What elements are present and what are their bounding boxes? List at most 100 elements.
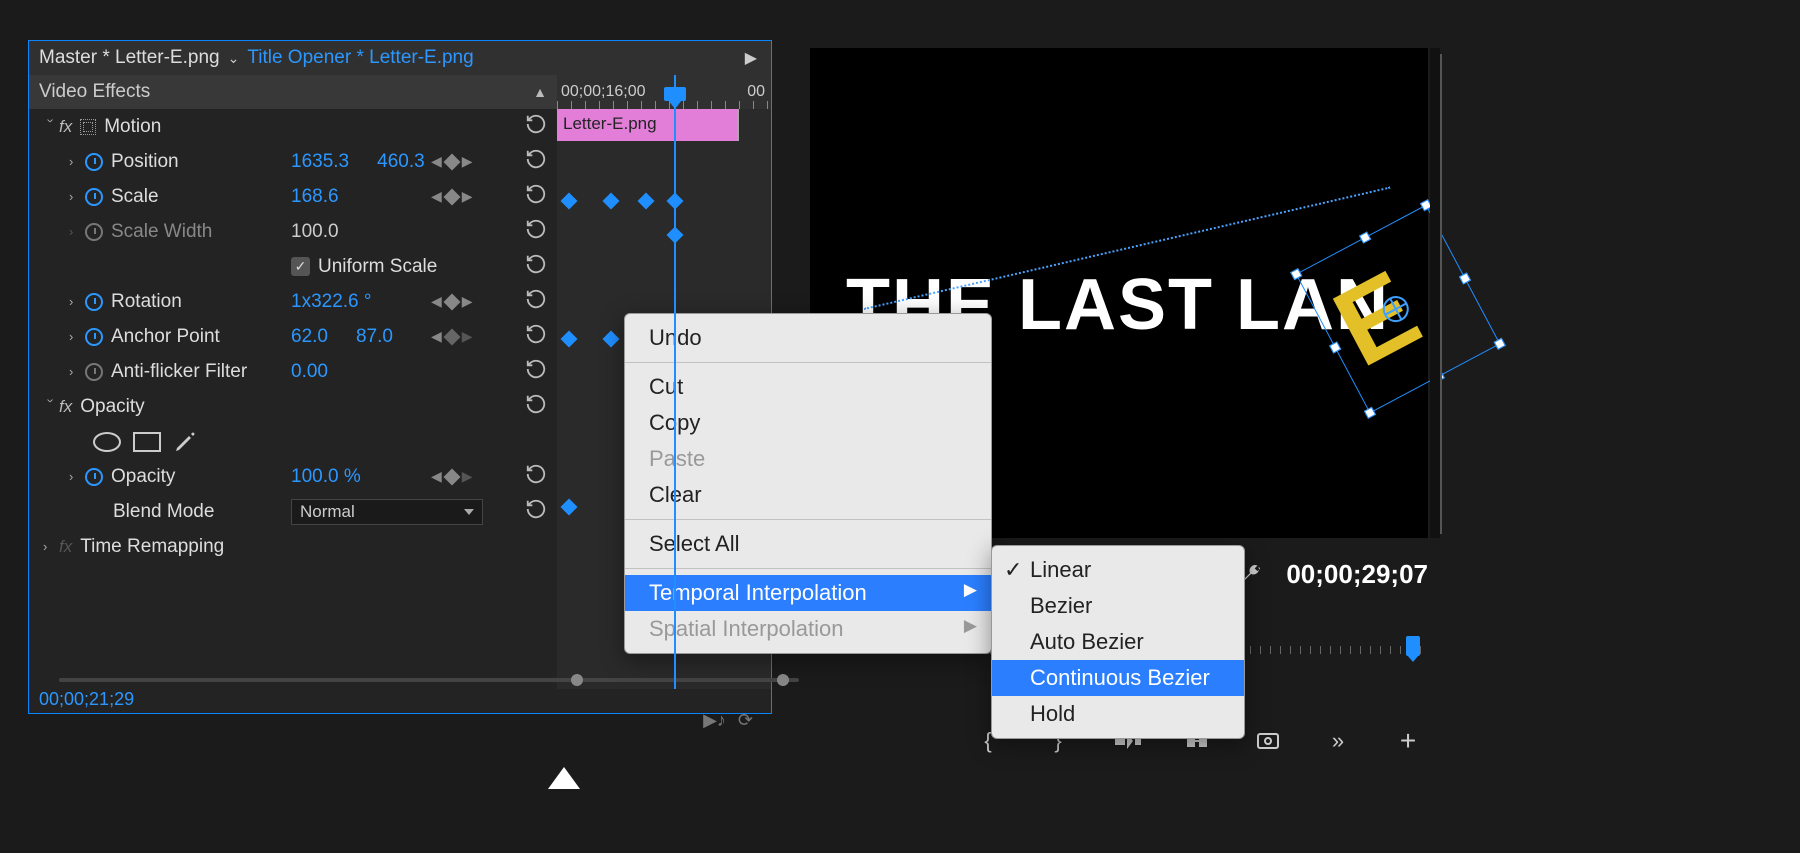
- scale-value[interactable]: 168.6: [291, 186, 339, 208]
- next-keyframe-button[interactable]: ▶: [462, 153, 473, 170]
- opacity-value[interactable]: 100.0 %: [291, 466, 361, 488]
- submenu-continuous-bezier[interactable]: Continuous Bezier: [992, 660, 1244, 696]
- add-icon[interactable]: +: [1394, 729, 1422, 753]
- anchor-y-value[interactable]: 87.0: [356, 326, 393, 348]
- reset-button[interactable]: [525, 183, 547, 211]
- current-timecode[interactable]: 00;00;21;29: [39, 689, 134, 709]
- submenu-bezier[interactable]: Bezier: [992, 588, 1244, 624]
- reset-button[interactable]: [525, 253, 547, 281]
- reset-button[interactable]: [525, 463, 547, 491]
- stopwatch-icon[interactable]: [85, 363, 103, 381]
- transform-icon[interactable]: [80, 119, 96, 135]
- chevron-right-icon[interactable]: ›: [69, 469, 85, 484]
- keyframe[interactable]: [561, 499, 578, 516]
- reset-button[interactable]: [525, 323, 547, 351]
- position-x-value[interactable]: 1635.3: [291, 151, 349, 173]
- chevron-down-icon[interactable]: ›: [44, 399, 59, 415]
- add-keyframe-button[interactable]: [443, 153, 460, 170]
- keyframe[interactable]: [561, 193, 578, 210]
- stopwatch-icon[interactable]: [85, 328, 103, 346]
- chevron-down-icon[interactable]: ›: [44, 119, 59, 135]
- next-keyframe-button[interactable]: ▶: [462, 328, 473, 345]
- next-keyframe-button[interactable]: ▶: [462, 188, 473, 205]
- menu-clear[interactable]: Clear: [625, 477, 991, 513]
- prev-keyframe-button[interactable]: ◀: [431, 328, 442, 345]
- add-keyframe-button[interactable]: [443, 293, 460, 310]
- fx-badge-icon[interactable]: fx: [59, 537, 72, 557]
- next-keyframe-button[interactable]: ▶: [462, 293, 473, 310]
- program-timecode[interactable]: 00;00;29;07: [1286, 559, 1428, 590]
- add-keyframe-button[interactable]: [443, 328, 460, 345]
- keyframe[interactable]: [561, 331, 578, 348]
- add-keyframe-button[interactable]: [443, 188, 460, 205]
- letter-e-graphic[interactable]: E: [1315, 223, 1482, 394]
- reset-button[interactable]: [525, 498, 547, 526]
- chevron-right-icon[interactable]: ›: [69, 329, 85, 344]
- playhead[interactable]: [674, 75, 676, 689]
- chevron-right-icon[interactable]: ›: [69, 189, 85, 204]
- rotation-value[interactable]: 1x322.6 °: [291, 291, 372, 313]
- reset-button[interactable]: [525, 288, 547, 316]
- motion-group[interactable]: › fx Motion: [29, 109, 557, 144]
- sequence-clip-label[interactable]: Title Opener * Letter-E.png: [247, 47, 473, 69]
- chevron-right-icon[interactable]: ›: [69, 154, 85, 169]
- position-y-value[interactable]: 460.3: [377, 151, 425, 173]
- resize-handle[interactable]: [1459, 272, 1471, 284]
- chevron-right-icon[interactable]: ›: [69, 294, 85, 309]
- prev-keyframe-button[interactable]: ◀: [431, 188, 442, 205]
- menu-temporal-interpolation[interactable]: Temporal Interpolation▶: [625, 575, 991, 611]
- clip-bar[interactable]: Letter-E.png: [557, 109, 739, 141]
- loop-icon[interactable]: ⟳: [738, 710, 753, 731]
- reset-button[interactable]: [525, 148, 547, 176]
- stopwatch-icon[interactable]: [85, 153, 103, 171]
- keyframe[interactable]: [603, 331, 620, 348]
- keyframe[interactable]: [638, 193, 655, 210]
- add-keyframe-button[interactable]: [443, 468, 460, 485]
- prev-keyframe-button[interactable]: ◀: [431, 468, 442, 485]
- fx-badge-icon[interactable]: fx: [59, 397, 72, 417]
- resize-handle[interactable]: [1494, 338, 1506, 350]
- export-frame-icon[interactable]: [1254, 729, 1282, 753]
- time-remapping-group[interactable]: › fx Time Remapping: [29, 529, 557, 564]
- scrollbar-handle[interactable]: [777, 674, 789, 686]
- next-keyframe-button[interactable]: ▶: [462, 468, 473, 485]
- chevron-right-icon[interactable]: ›: [43, 539, 59, 554]
- reset-button[interactable]: [525, 113, 547, 141]
- submenu-linear[interactable]: ✓Linear: [992, 552, 1244, 588]
- submenu-hold[interactable]: Hold: [992, 696, 1244, 732]
- video-effects-header[interactable]: Video Effects ▲: [29, 75, 557, 109]
- menu-cut[interactable]: Cut: [625, 369, 991, 405]
- program-playhead[interactable]: [1406, 636, 1420, 656]
- reset-button[interactable]: [525, 358, 547, 386]
- stopwatch-icon[interactable]: [85, 468, 103, 486]
- prev-keyframe-button[interactable]: ◀: [431, 293, 442, 310]
- stopwatch-icon[interactable]: [85, 293, 103, 311]
- blend-mode-select[interactable]: Normal: [291, 499, 483, 525]
- resize-handle[interactable]: [1329, 341, 1341, 353]
- collapse-icon[interactable]: ▲: [533, 84, 547, 100]
- submenu-auto-bezier[interactable]: Auto Bezier: [992, 624, 1244, 660]
- prev-keyframe-button[interactable]: ◀: [431, 153, 442, 170]
- menu-select-all[interactable]: Select All: [625, 526, 991, 562]
- master-clip-label[interactable]: Master * Letter-E.png: [39, 47, 220, 69]
- more-icon[interactable]: »: [1324, 729, 1352, 753]
- play-audio-icon[interactable]: ▶♪: [703, 710, 726, 731]
- anti-flicker-value[interactable]: 0.00: [291, 361, 328, 383]
- keyframe[interactable]: [603, 193, 620, 210]
- reset-button[interactable]: [525, 218, 547, 246]
- chevron-right-icon[interactable]: ›: [69, 224, 85, 239]
- stopwatch-icon[interactable]: [85, 188, 103, 206]
- menu-copy[interactable]: Copy: [625, 405, 991, 441]
- chevron-down-icon[interactable]: ⌄: [228, 50, 240, 67]
- resize-handle[interactable]: [1359, 231, 1371, 243]
- menu-undo[interactable]: Undo: [625, 320, 991, 356]
- fx-badge-icon[interactable]: fx: [59, 117, 72, 137]
- anchor-x-value[interactable]: 62.0: [291, 326, 328, 348]
- pen-mask-icon[interactable]: [173, 430, 197, 454]
- reset-button[interactable]: [525, 393, 547, 421]
- rectangle-mask-icon[interactable]: [133, 432, 161, 452]
- timeline-zoom-scrollbar[interactable]: [59, 675, 799, 685]
- ellipse-mask-icon[interactable]: [93, 432, 121, 452]
- resize-handle[interactable]: [1364, 407, 1376, 419]
- play-icon[interactable]: ▶: [745, 48, 757, 68]
